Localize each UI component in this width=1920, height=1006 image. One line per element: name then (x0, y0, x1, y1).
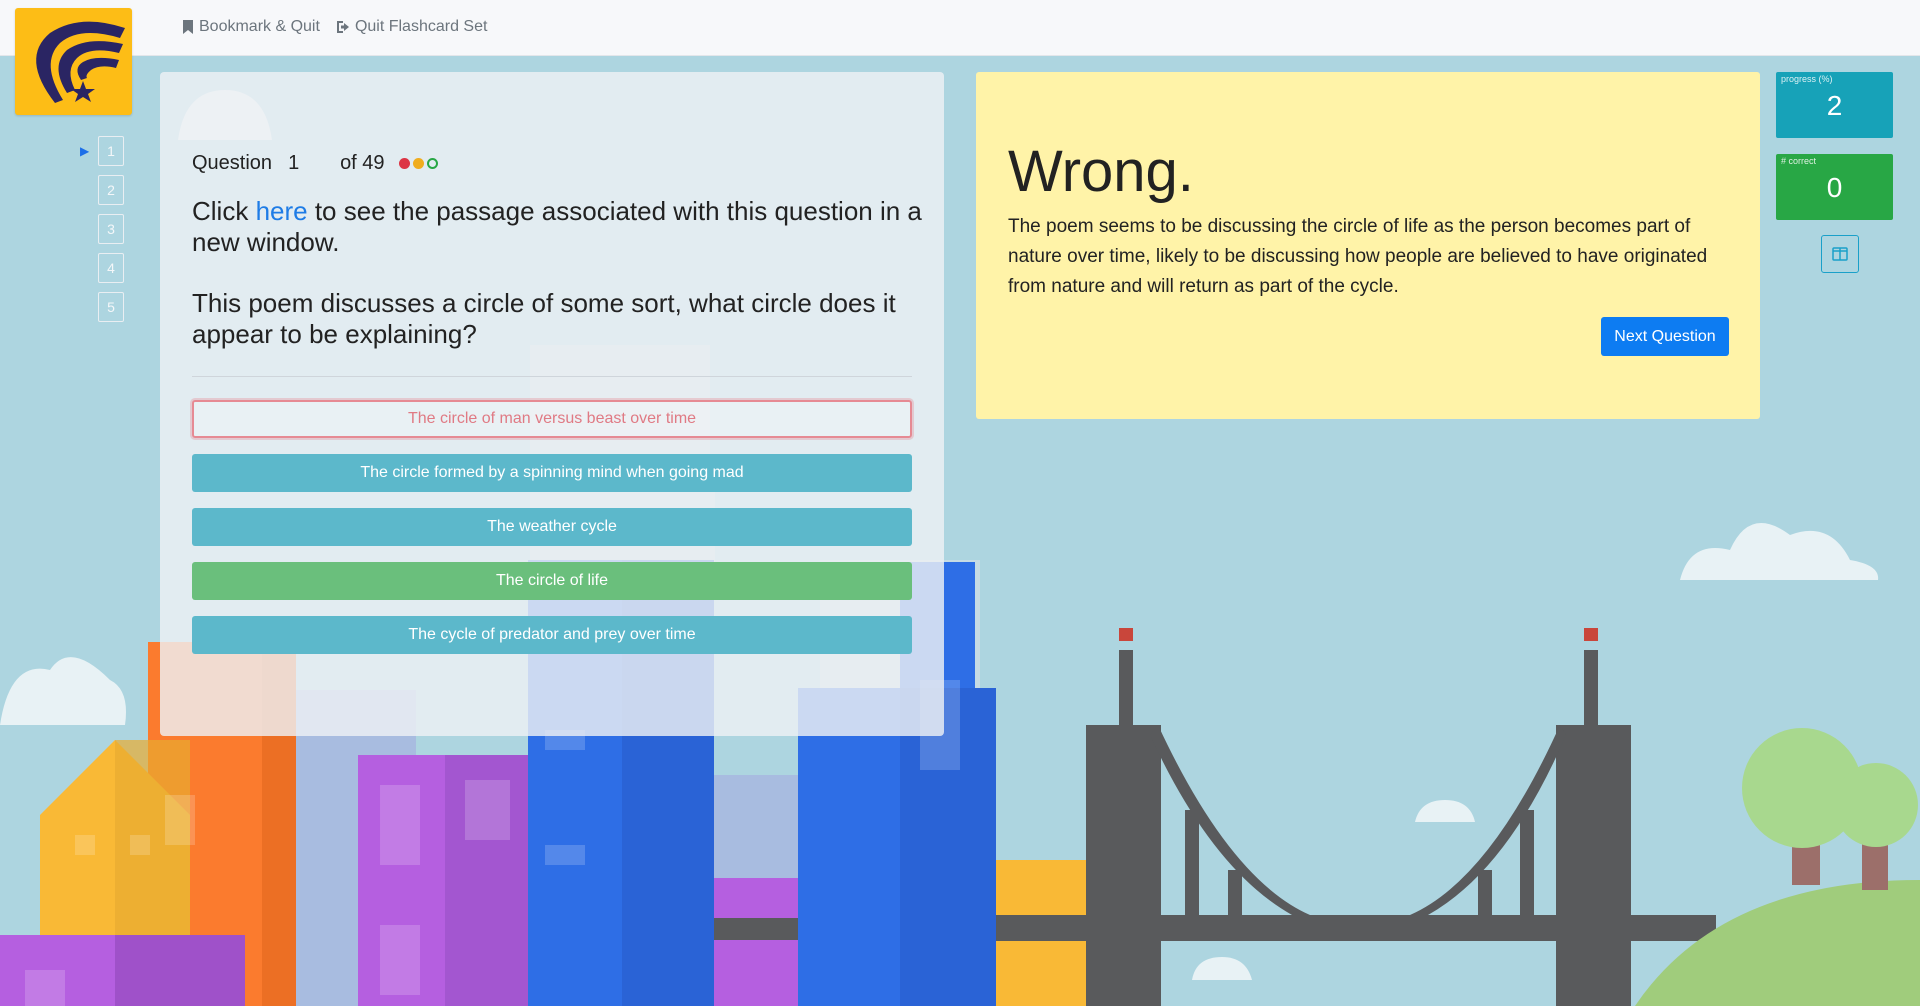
columns-icon (1832, 247, 1848, 261)
question-nav-item-3[interactable]: 3 (98, 214, 124, 244)
feedback-panel: Wrong. The poem seems to be discussing t… (976, 72, 1760, 419)
sign-out-icon (336, 21, 349, 33)
play-icon: ▶ (80, 144, 90, 158)
correct-value: 0 (1826, 172, 1843, 203)
attempt-indicators (398, 158, 438, 169)
passage-instructions: Click here to see the passage associated… (192, 196, 922, 258)
bookmark-icon (183, 20, 193, 34)
progress-label: progress (%) (1781, 74, 1833, 84)
question-nav-item-1[interactable]: 1 (98, 136, 124, 166)
progress-stat: progress (%) 2 (1776, 72, 1893, 138)
question-nav-item-4[interactable]: 4 (98, 253, 124, 283)
layout-toggle-button[interactable] (1821, 235, 1859, 273)
answer-choice-2[interactable]: The circle formed by a spinning mind whe… (192, 454, 912, 492)
correct-stat: # correct 0 (1776, 154, 1893, 220)
progress-value: 2 (1826, 90, 1843, 121)
feedback-explanation: The poem seems to be discussing the circ… (1008, 216, 1708, 297)
answer-choice-4[interactable]: The circle of life (192, 562, 912, 600)
passage-link[interactable]: here (256, 196, 308, 226)
partial-dot-icon (412, 158, 424, 169)
logo-icon (36, 21, 125, 104)
question-header: Question 1 of 49 (192, 152, 438, 175)
divider (192, 376, 912, 377)
incorrect-dot-icon (398, 158, 410, 169)
brand-logo[interactable] (15, 8, 132, 115)
question-nav-item-5[interactable]: 5 (98, 292, 124, 322)
next-question-button[interactable]: Next Question (1601, 317, 1729, 356)
question-card: Question 1 of 49 Click here to see the p… (160, 72, 944, 736)
correct-label: # correct (1781, 156, 1817, 166)
bookmark-quit-link[interactable]: Bookmark & Quit (182, 18, 320, 36)
question-number: 1 (288, 152, 300, 174)
feedback-title: Wrong. (1008, 139, 1194, 204)
correct-ring-icon (426, 158, 438, 169)
answer-choice-1[interactable]: The circle of man versus beast over time (192, 400, 912, 438)
passage-prefix: Click (192, 196, 256, 226)
bookmark-quit-label: Bookmark & Quit (199, 18, 320, 35)
top-nav-links: Bookmark & Quit Quit Flashcard Set (182, 18, 487, 36)
question-prompt: This poem discusses a circle of some sor… (192, 288, 896, 349)
answer-choices: The circle of man versus beast over time… (192, 400, 912, 670)
question-total: of 49 (340, 152, 385, 174)
answer-choice-5[interactable]: The cycle of predator and prey over time (192, 616, 912, 654)
answer-choice-3[interactable]: The weather cycle (192, 508, 912, 546)
question-nav-item-2[interactable]: 2 (98, 175, 124, 205)
quit-flashcard-set-link[interactable]: Quit Flashcard Set (336, 18, 488, 36)
quit-flashcard-set-label: Quit Flashcard Set (354, 18, 488, 35)
question-label: Question (192, 152, 273, 174)
